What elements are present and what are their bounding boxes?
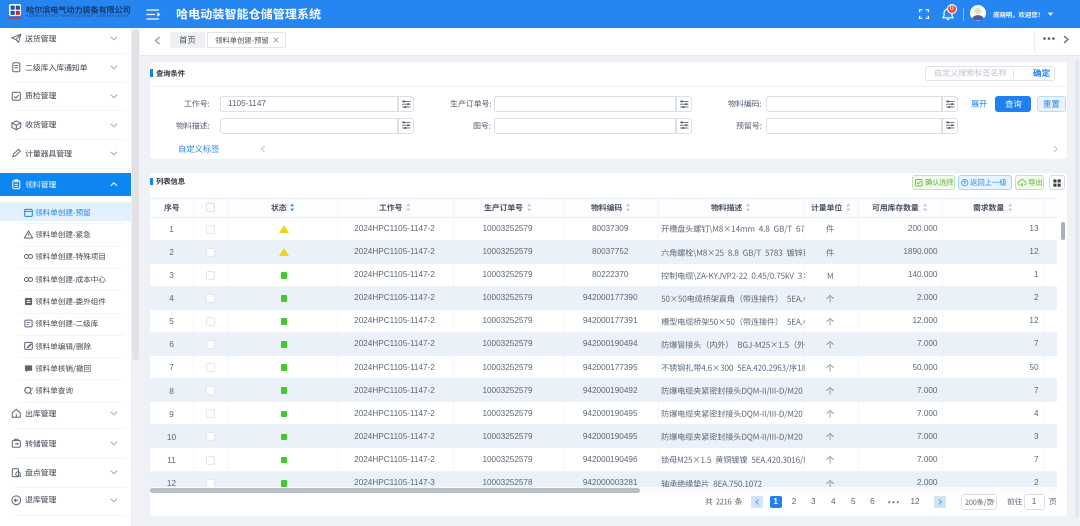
svg-text:3: 3: [30, 386, 33, 391]
